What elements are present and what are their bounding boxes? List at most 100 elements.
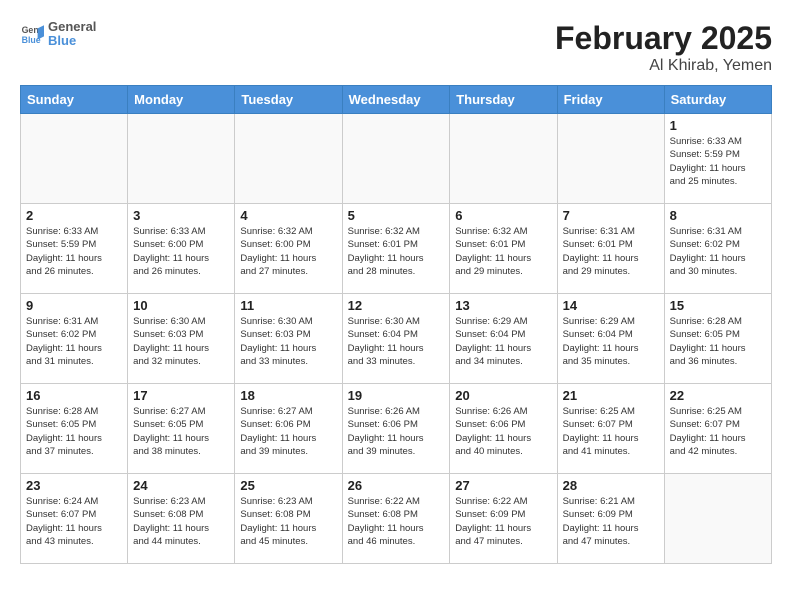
column-header-tuesday: Tuesday: [235, 86, 342, 114]
day-info: Sunrise: 6:25 AM Sunset: 6:07 PM Dayligh…: [670, 405, 766, 458]
day-number: 6: [455, 208, 551, 223]
week-row-5: 23 Sunrise: 6:24 AM Sunset: 6:07 PM Dayli…: [21, 474, 772, 564]
column-header-saturday: Saturday: [664, 86, 771, 114]
day-info: Sunrise: 6:29 AM Sunset: 6:04 PM Dayligh…: [563, 315, 659, 368]
calendar-cell: [128, 114, 235, 204]
day-number: 28: [563, 478, 659, 493]
day-number: 10: [133, 298, 229, 313]
calendar-cell: 15 Sunrise: 6:28 AM Sunset: 6:05 PM Dayli…: [664, 294, 771, 384]
calendar-cell: [450, 114, 557, 204]
week-row-3: 9Sunrise: 6:31 AM Sunset: 6:02 PM Daylig…: [21, 294, 772, 384]
calendar-cell: 21Sunrise: 6:25 AM Sunset: 6:07 PM Dayli…: [557, 384, 664, 474]
day-info: Sunrise: 6:30 AM Sunset: 6:03 PM Dayligh…: [240, 315, 336, 368]
day-number: 18: [240, 388, 336, 403]
day-info: Sunrise: 6:29 AM Sunset: 6:04 PM Dayligh…: [455, 315, 551, 368]
day-info: Sunrise: 6:27 AM Sunset: 6:05 PM Dayligh…: [133, 405, 229, 458]
calendar-cell: 18 Sunrise: 6:27 AM Sunset: 6:06 PM Dayli…: [235, 384, 342, 474]
calendar-cell: 2 Sunrise: 6:33 AM Sunset: 5:59 PM Daylig…: [21, 204, 128, 294]
day-info: Sunrise: 6:33 AM Sunset: 5:59 PM Dayligh…: [670, 135, 766, 188]
page-subtitle: Al Khirab, Yemen: [555, 57, 772, 75]
day-number: 22: [670, 388, 766, 403]
day-number: 23: [26, 478, 122, 493]
calendar-cell: 14Sunrise: 6:29 AM Sunset: 6:04 PM Dayli…: [557, 294, 664, 384]
day-info: Sunrise: 6:24 AM Sunset: 6:07 PM Dayligh…: [26, 495, 122, 548]
day-info: Sunrise: 6:25 AM Sunset: 6:07 PM Dayligh…: [563, 405, 659, 458]
logo: General Blue General Blue: [20, 20, 96, 49]
day-number: 12: [348, 298, 445, 313]
calendar-cell: 19 Sunrise: 6:26 AM Sunset: 6:06 PM Dayli…: [342, 384, 450, 474]
calendar-header-row: SundayMondayTuesdayWednesdayThursdayFrid…: [21, 86, 772, 114]
calendar-cell: [342, 114, 450, 204]
calendar-cell: 8 Sunrise: 6:31 AM Sunset: 6:02 PM Daylig…: [664, 204, 771, 294]
day-number: 26: [348, 478, 445, 493]
day-info: Sunrise: 6:28 AM Sunset: 6:05 PM Dayligh…: [670, 315, 766, 368]
day-info: Sunrise: 6:26 AM Sunset: 6:06 PM Dayligh…: [348, 405, 445, 458]
day-info: Sunrise: 6:30 AM Sunset: 6:03 PM Dayligh…: [133, 315, 229, 368]
day-number: 16: [26, 388, 122, 403]
calendar-cell: 5 Sunrise: 6:32 AM Sunset: 6:01 PM Daylig…: [342, 204, 450, 294]
calendar-cell: 12 Sunrise: 6:30 AM Sunset: 6:04 PM Dayli…: [342, 294, 450, 384]
week-row-2: 2 Sunrise: 6:33 AM Sunset: 5:59 PM Daylig…: [21, 204, 772, 294]
week-row-1: 1 Sunrise: 6:33 AM Sunset: 5:59 PM Daylig…: [21, 114, 772, 204]
logo-icon: General Blue: [20, 22, 44, 46]
calendar-cell: 10 Sunrise: 6:30 AM Sunset: 6:03 PM Dayli…: [128, 294, 235, 384]
calendar-cell: 9Sunrise: 6:31 AM Sunset: 6:02 PM Daylig…: [21, 294, 128, 384]
day-info: Sunrise: 6:21 AM Sunset: 6:09 PM Dayligh…: [563, 495, 659, 548]
day-number: 19: [348, 388, 445, 403]
day-info: Sunrise: 6:23 AM Sunset: 6:08 PM Dayligh…: [240, 495, 336, 548]
calendar-cell: [21, 114, 128, 204]
day-number: 2: [26, 208, 122, 223]
page-title: February 2025: [555, 20, 772, 57]
day-info: Sunrise: 6:33 AM Sunset: 6:00 PM Dayligh…: [133, 225, 229, 278]
day-number: 11: [240, 298, 336, 313]
calendar-cell: 24Sunrise: 6:23 AM Sunset: 6:08 PM Dayli…: [128, 474, 235, 564]
day-number: 9: [26, 298, 122, 313]
calendar-cell: 4 Sunrise: 6:32 AM Sunset: 6:00 PM Daylig…: [235, 204, 342, 294]
calendar-cell: 7Sunrise: 6:31 AM Sunset: 6:01 PM Daylig…: [557, 204, 664, 294]
calendar-cell: 20Sunrise: 6:26 AM Sunset: 6:06 PM Dayli…: [450, 384, 557, 474]
day-info: Sunrise: 6:31 AM Sunset: 6:02 PM Dayligh…: [670, 225, 766, 278]
calendar-cell: 16 Sunrise: 6:28 AM Sunset: 6:05 PM Dayli…: [21, 384, 128, 474]
calendar-cell: 1 Sunrise: 6:33 AM Sunset: 5:59 PM Daylig…: [664, 114, 771, 204]
page-header: General Blue General Blue February 2025 …: [20, 20, 772, 75]
day-number: 1: [670, 118, 766, 133]
calendar-cell: 3 Sunrise: 6:33 AM Sunset: 6:00 PM Daylig…: [128, 204, 235, 294]
title-block: February 2025 Al Khirab, Yemen: [555, 20, 772, 75]
day-info: Sunrise: 6:27 AM Sunset: 6:06 PM Dayligh…: [240, 405, 336, 458]
calendar-cell: 22 Sunrise: 6:25 AM Sunset: 6:07 PM Dayli…: [664, 384, 771, 474]
day-number: 15: [670, 298, 766, 313]
week-row-4: 16 Sunrise: 6:28 AM Sunset: 6:05 PM Dayli…: [21, 384, 772, 474]
calendar-cell: 28 Sunrise: 6:21 AM Sunset: 6:09 PM Dayli…: [557, 474, 664, 564]
day-info: Sunrise: 6:31 AM Sunset: 6:01 PM Dayligh…: [563, 225, 659, 278]
day-info: Sunrise: 6:32 AM Sunset: 6:01 PM Dayligh…: [348, 225, 445, 278]
day-info: Sunrise: 6:28 AM Sunset: 6:05 PM Dayligh…: [26, 405, 122, 458]
day-number: 27: [455, 478, 551, 493]
day-number: 24: [133, 478, 229, 493]
column-header-wednesday: Wednesday: [342, 86, 450, 114]
calendar-cell: 6 Sunrise: 6:32 AM Sunset: 6:01 PM Daylig…: [450, 204, 557, 294]
day-info: Sunrise: 6:22 AM Sunset: 6:08 PM Dayligh…: [348, 495, 445, 548]
day-info: Sunrise: 6:26 AM Sunset: 6:06 PM Dayligh…: [455, 405, 551, 458]
column-header-friday: Friday: [557, 86, 664, 114]
day-number: 25: [240, 478, 336, 493]
day-number: 5: [348, 208, 445, 223]
logo-line1: General: [48, 20, 96, 34]
column-header-sunday: Sunday: [21, 86, 128, 114]
day-info: Sunrise: 6:30 AM Sunset: 6:04 PM Dayligh…: [348, 315, 445, 368]
calendar-cell: [235, 114, 342, 204]
day-info: Sunrise: 6:33 AM Sunset: 5:59 PM Dayligh…: [26, 225, 122, 278]
logo-text: General Blue: [48, 20, 96, 49]
column-header-monday: Monday: [128, 86, 235, 114]
calendar-cell: 11 Sunrise: 6:30 AM Sunset: 6:03 PM Dayli…: [235, 294, 342, 384]
day-number: 8: [670, 208, 766, 223]
day-number: 3: [133, 208, 229, 223]
day-number: 4: [240, 208, 336, 223]
logo-line2: Blue: [48, 34, 96, 48]
day-info: Sunrise: 6:32 AM Sunset: 6:01 PM Dayligh…: [455, 225, 551, 278]
day-info: Sunrise: 6:22 AM Sunset: 6:09 PM Dayligh…: [455, 495, 551, 548]
calendar-cell: [664, 474, 771, 564]
calendar-cell: 27 Sunrise: 6:22 AM Sunset: 6:09 PM Dayli…: [450, 474, 557, 564]
calendar-cell: 17Sunrise: 6:27 AM Sunset: 6:05 PM Dayli…: [128, 384, 235, 474]
calendar-cell: 23 Sunrise: 6:24 AM Sunset: 6:07 PM Dayli…: [21, 474, 128, 564]
day-info: Sunrise: 6:32 AM Sunset: 6:00 PM Dayligh…: [240, 225, 336, 278]
